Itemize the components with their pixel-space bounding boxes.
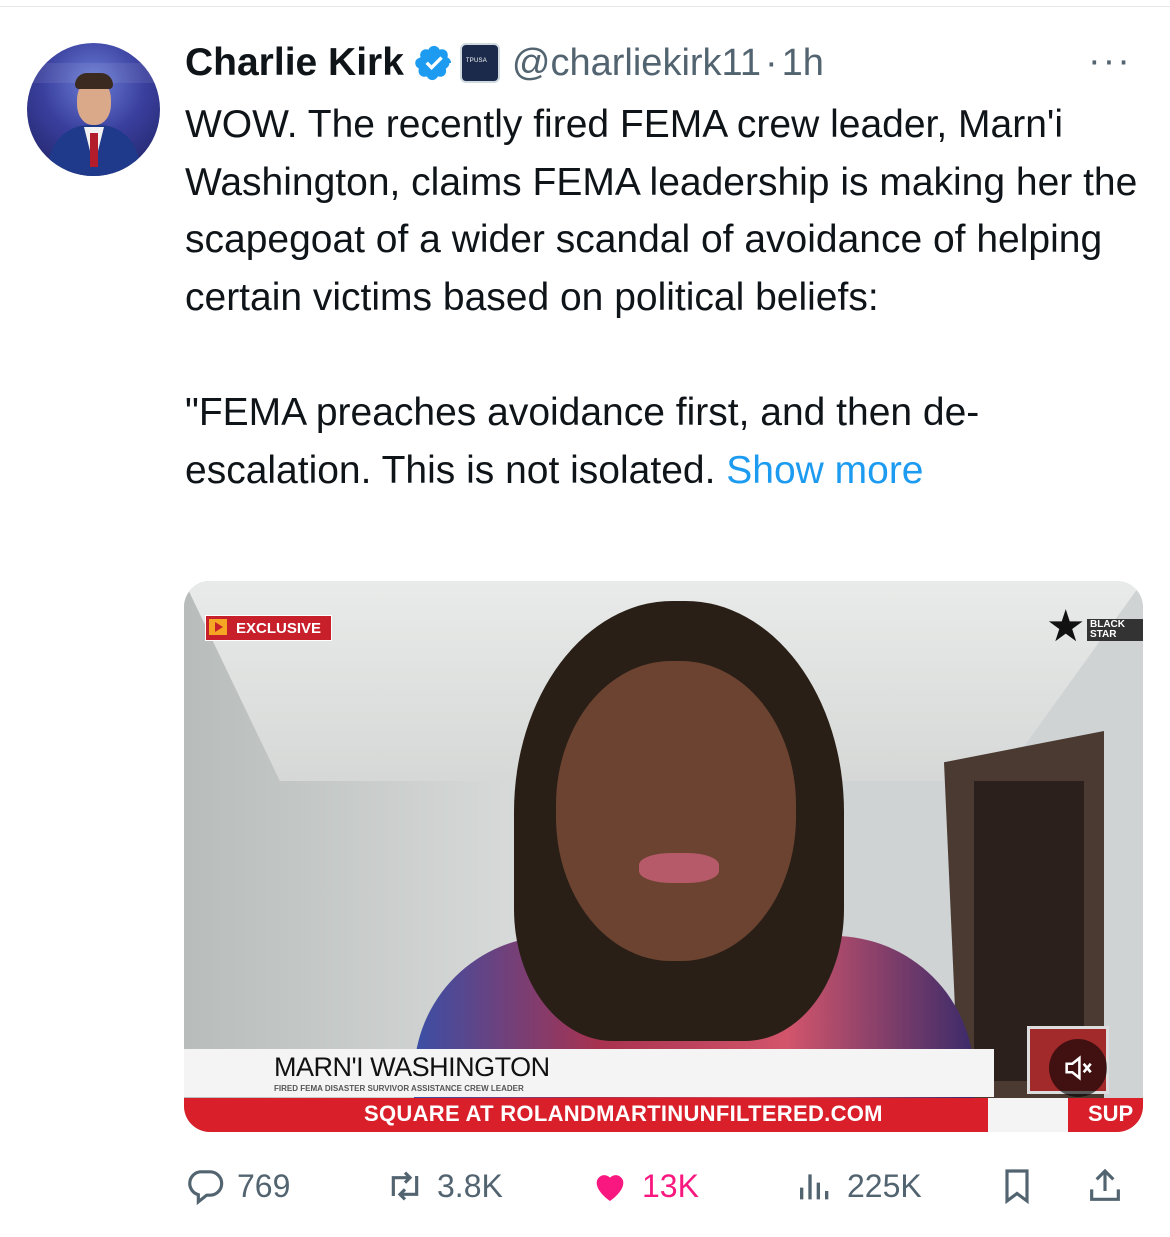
share-button[interactable] [1085, 1158, 1137, 1214]
tweet-header: Charlie Kirk TPUSA @charliekirk11 · 1h [185, 38, 824, 88]
mute-button[interactable] [1049, 1039, 1107, 1097]
author-handle[interactable]: @charliekirk11 [512, 42, 761, 85]
separator: · [764, 41, 778, 84]
exclusive-label: EXCLUSIVE [236, 619, 322, 637]
lower-third-name: MARN'I WASHINGTON [274, 1052, 550, 1082]
repost-count: 3.8K [437, 1167, 503, 1204]
reply-icon [188, 1170, 224, 1206]
share-icon [1090, 1168, 1120, 1201]
tweet-paragraph-2: "FEMA preaches avoidance first, and then… [185, 384, 1145, 499]
like-icon [596, 1175, 624, 1201]
verified-badge-icon[interactable] [414, 43, 454, 83]
timestamp[interactable]: 1h [782, 42, 824, 85]
lower-third-title: FIRED FEMA DISASTER SURVIVOR ASSISTANCE … [274, 1084, 524, 1093]
exclusive-badge: EXCLUSIVE [205, 615, 333, 641]
more-icon[interactable]: ··· [1088, 42, 1132, 80]
video-player[interactable]: EXCLUSIVE ★ BLACK STAR MARN'I WASHINGTON… [184, 581, 1143, 1132]
ticker-text-end: SUP [1088, 1101, 1134, 1126]
views-count: 225K [847, 1167, 922, 1204]
repost-icon [391, 1171, 419, 1201]
bookmark-button[interactable] [997, 1158, 1049, 1214]
tweet-paragraph-1: WOW. The recently fired FEMA crew leader… [185, 103, 1138, 320]
bookmark-icon [1005, 1169, 1029, 1205]
like-count: 13K [642, 1167, 699, 1204]
author-name[interactable]: Charlie Kirk [185, 41, 404, 85]
ticker-text: SQUARE AT ROLANDMARTINUNFILTERED.COM [364, 1101, 883, 1126]
reply-button[interactable]: 769 [185, 1158, 290, 1214]
tweet-text: WOW. The recently fired FEMA crew leader… [185, 96, 1145, 499]
network-logo-text: BLACK STAR [1087, 619, 1143, 641]
mute-icon [1065, 1055, 1092, 1081]
top-divider [0, 6, 1170, 7]
like-button[interactable]: 13K [590, 1158, 699, 1214]
views-button[interactable]: 225K [795, 1158, 922, 1214]
affiliate-badge-icon[interactable]: TPUSA [459, 43, 500, 83]
reply-count: 769 [237, 1167, 291, 1204]
views-icon [800, 1174, 829, 1200]
repost-button[interactable]: 3.8K [385, 1158, 503, 1214]
avatar[interactable] [27, 43, 160, 176]
show-more-link[interactable]: Show more [726, 449, 923, 492]
network-star-icon: ★ [1046, 602, 1086, 651]
video-person [514, 601, 844, 1121]
tweet-actions: 769 3.8K 13K 225K [185, 1158, 1145, 1214]
